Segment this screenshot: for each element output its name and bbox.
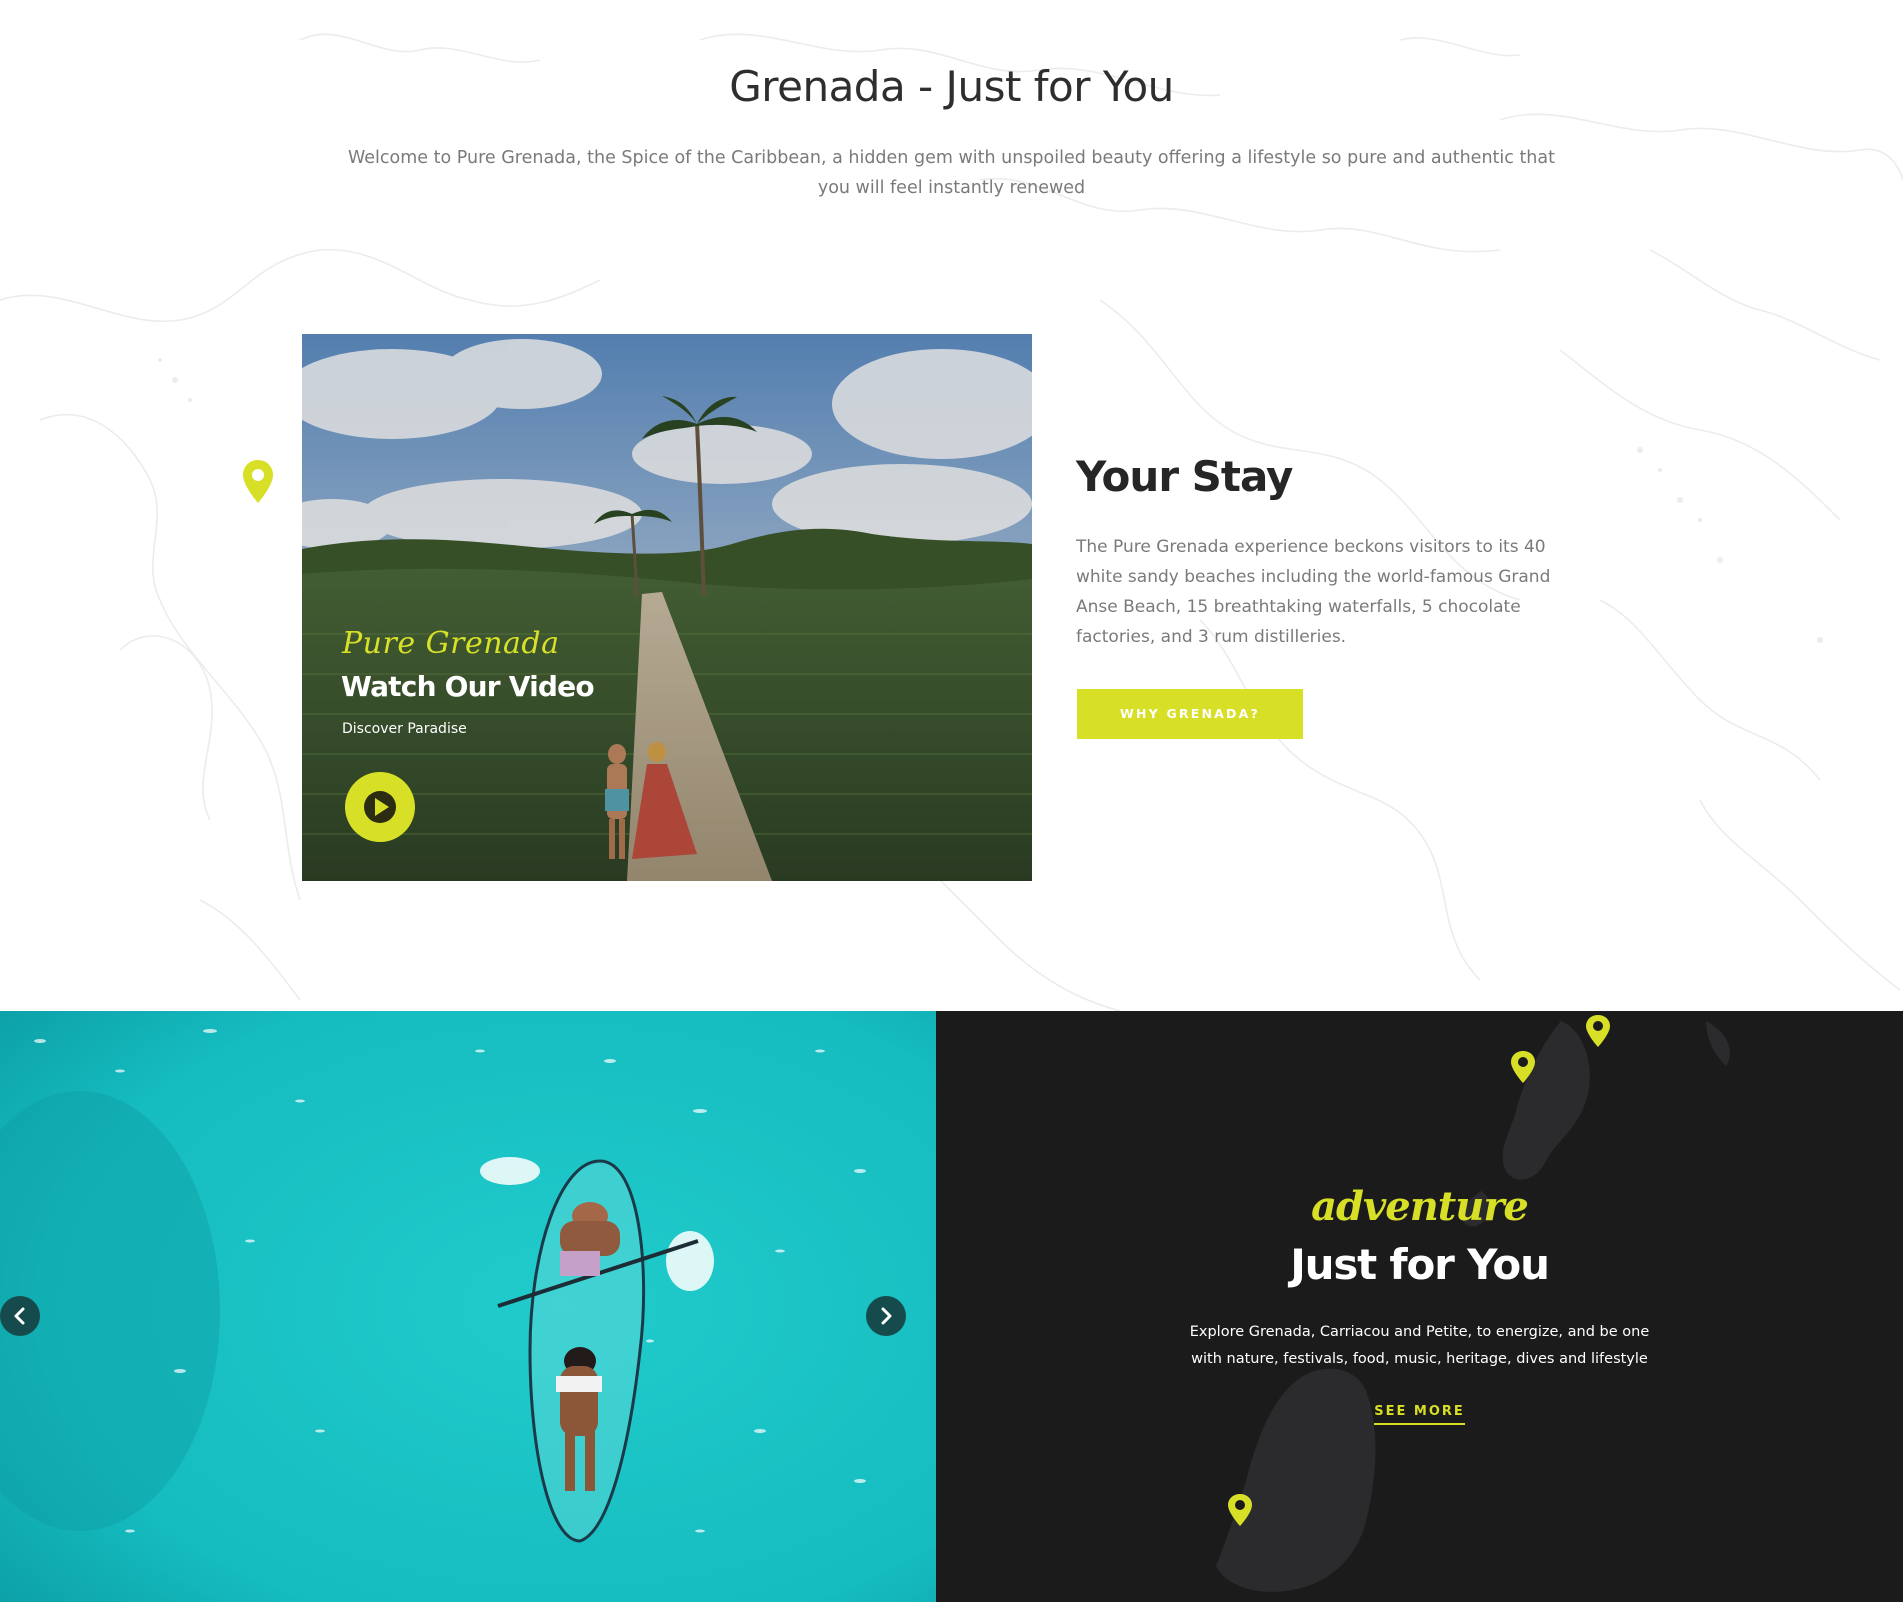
see-more-link[interactable]: SEE MORE (936, 1402, 1903, 1425)
grenada-island-map (1216, 1021, 1730, 1592)
stay-paragraph: The Pure Grenada experience beckons visi… (1076, 537, 1551, 647)
chevron-right-icon (881, 1307, 892, 1325)
adventure-script-label: adventure (1311, 1183, 1529, 1230)
stay-heading: Your Stay (1076, 452, 1293, 501)
see-more-label[interactable]: SEE MORE (1374, 1404, 1465, 1425)
intro-paragraph: Welcome to Pure Grenada, the Spice of th… (348, 148, 1555, 198)
page-title: Grenada - Just for You (729, 62, 1174, 111)
play-video-button[interactable] (345, 772, 415, 842)
map-pin-icon (243, 460, 273, 503)
video-card[interactable]: Pure Grenada Watch Our Video Discover Pa… (302, 334, 1032, 881)
kayak-slide-image (0, 1011, 936, 1602)
map-pin-icon (1511, 1051, 1535, 1083)
chevron-left-icon (14, 1307, 25, 1325)
map-pin-icon (1586, 1015, 1610, 1047)
map-pin-icon (1228, 1494, 1252, 1526)
video-subtitle: Discover Paradise (342, 721, 467, 737)
video-script-label: Pure Grenada (342, 626, 560, 661)
slider-prev-button[interactable] (0, 1296, 40, 1336)
adventure-heading: Just for You (1290, 1240, 1550, 1289)
video-title: Watch Our Video (341, 670, 595, 703)
adventure-section: adventure Just for You Explore Grenada, … (936, 1011, 1903, 1602)
why-grenada-button[interactable]: WHY GRENADA? (1077, 689, 1303, 739)
intro-section: Grenada - Just for You Welcome to Pure G… (0, 0, 1903, 1011)
image-slider (0, 1011, 936, 1602)
play-icon (364, 791, 396, 823)
adventure-paragraph: Explore Grenada, Carriacou and Petite, t… (1189, 1324, 1650, 1367)
slider-next-button[interactable] (866, 1296, 906, 1336)
